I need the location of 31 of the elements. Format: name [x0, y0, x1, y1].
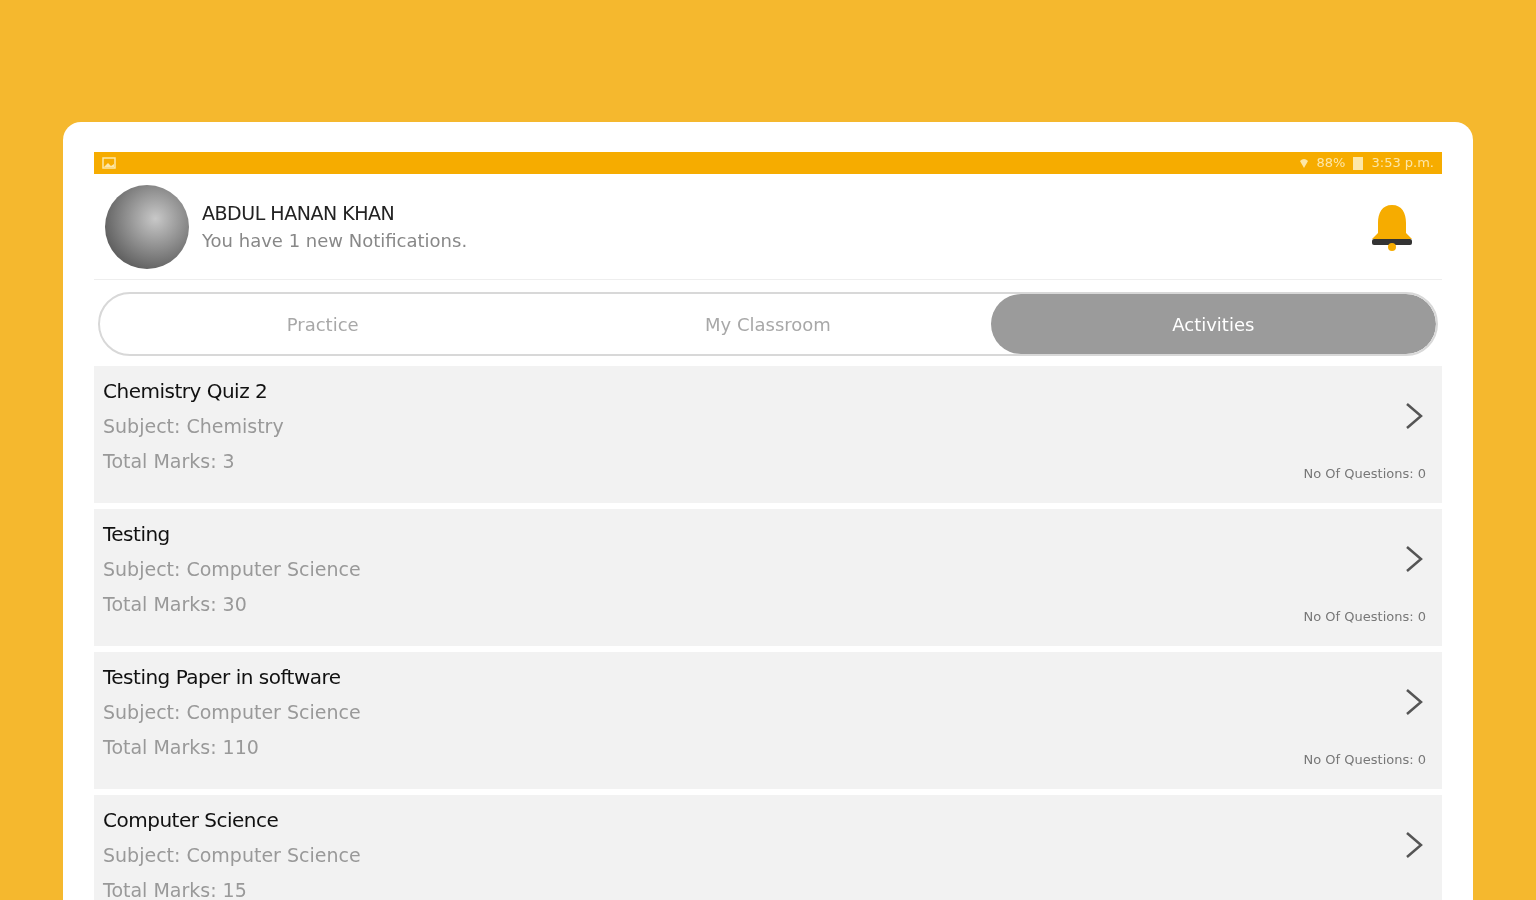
- chevron-right-icon: [1404, 545, 1424, 573]
- user-name: ABDUL HANAN KHAN: [202, 200, 396, 226]
- activity-card[interactable]: Computer Science Subject: Computer Science Total Marks: 15: [94, 795, 1442, 900]
- image-icon: [102, 157, 116, 169]
- notification-text: You have 1 new Notifications.: [202, 229, 468, 254]
- question-count: No Of Questions: 0: [1303, 608, 1426, 626]
- question-count: No Of Questions: 0: [1303, 751, 1426, 769]
- wifi-icon: [1298, 157, 1309, 169]
- bell-icon[interactable]: [1370, 202, 1414, 251]
- chevron-right-icon: [1404, 402, 1424, 430]
- marks-text: Total Marks: 110: [103, 734, 260, 760]
- chevron-right-icon: [1404, 688, 1424, 716]
- battery-percent: 88%: [1316, 154, 1346, 173]
- marks-text: Total Marks: 30: [103, 591, 248, 617]
- activity-title: Chemistry Quiz 2: [103, 378, 269, 405]
- question-count: No Of Questions: 0: [1303, 465, 1426, 483]
- subject-text: Subject: Computer Science: [103, 557, 361, 582]
- marks-text: Total Marks: 3: [103, 448, 236, 474]
- subject-text: Subject: Computer Science: [103, 843, 361, 868]
- clock: 3:53 p.m.: [1371, 154, 1434, 173]
- battery-icon: [1353, 156, 1364, 170]
- subject-text: Subject: Chemistry: [103, 414, 284, 439]
- activity-card[interactable]: Testing Subject: Computer Science Total Marks: 30 No Of Questions: 0: [94, 509, 1442, 646]
- activity-title: Testing Paper in software: [103, 664, 342, 691]
- activity-title: Testing: [103, 521, 171, 548]
- activity-title: Computer Science: [103, 807, 280, 834]
- marks-text: Total Marks: 15: [103, 877, 248, 900]
- activity-card[interactable]: Testing Paper in software Subject: Computer Science Total Marks: 110 No Of Questions: 0: [94, 652, 1442, 789]
- activity-card[interactable]: Chemistry Quiz 2 Subject: Chemistry Total Marks: 3 No Of Questions: 0: [94, 366, 1442, 503]
- chevron-right-icon: [1404, 831, 1424, 859]
- subject-text: Subject: Computer Science: [103, 700, 361, 725]
